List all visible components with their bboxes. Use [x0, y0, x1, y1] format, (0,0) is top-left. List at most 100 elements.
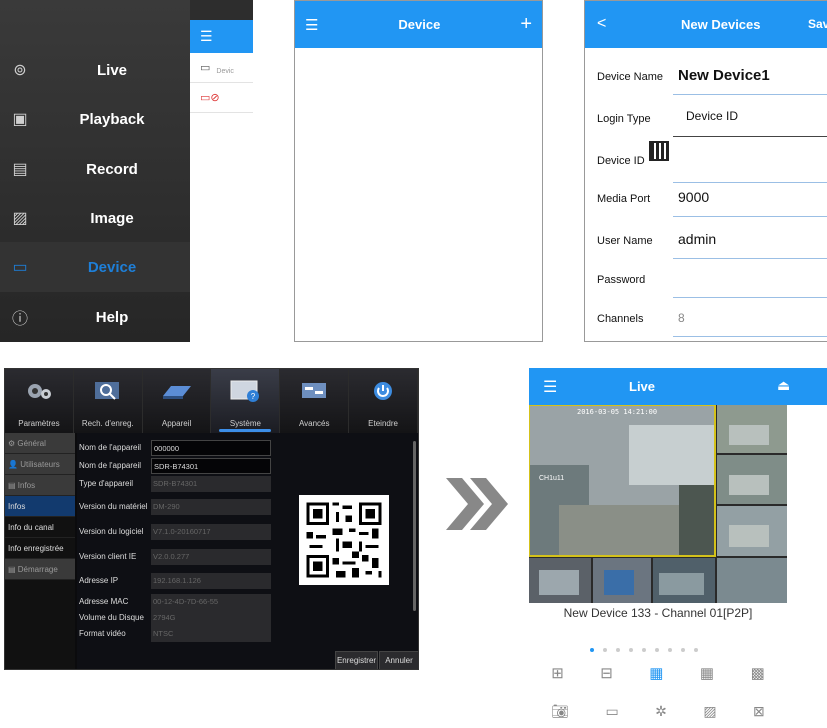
hamburger-icon[interactable]: ☰ [305, 16, 318, 34]
tab-avances[interactable]: Avancés [280, 369, 350, 433]
info-label: Version du logiciel [79, 527, 144, 536]
field-value: Device ID [686, 109, 739, 123]
dvr-system-info-screen: Paramètres Rech. d'enreg. Appareil ? Sys… [4, 368, 419, 670]
layout-8-icon[interactable]: ▦ [649, 664, 663, 682]
page-dot [629, 648, 633, 652]
field-label: Device ID [597, 155, 645, 167]
power-icon [374, 382, 393, 400]
info-label: Nom de l'appareil [79, 443, 142, 452]
qr-scan-icon[interactable] [649, 141, 669, 161]
tab-label: Paramètres [18, 419, 60, 428]
scrollbar[interactable] [413, 441, 416, 611]
menu-item-device[interactable]: ▭ Device [0, 242, 190, 292]
info-label: Type d'appareil [79, 479, 134, 488]
menu-item-image[interactable]: ▨ Image [0, 193, 190, 243]
user-name-field[interactable]: User Name admin [585, 221, 827, 261]
layout-4-icon[interactable]: ⊞ [551, 664, 564, 682]
live-view-screen: ☰ Live ⏏ 2016-03-05 14:21:00 CH1u11 New … [529, 368, 827, 728]
playback-icon: ▣ [12, 111, 28, 128]
login-type-select[interactable]: Login Type Device ID [585, 99, 827, 139]
device-name-input[interactable]: 000000 [151, 440, 271, 456]
tab-systeme[interactable]: ? Système [211, 369, 281, 433]
list-item[interactable]: ▭ Devic [190, 53, 253, 83]
eject-icon[interactable]: ⏏ [777, 377, 790, 394]
menu-item-label: Help [95, 308, 129, 326]
plus-icon[interactable]: + [520, 13, 532, 36]
menu-item-live[interactable]: ⊚ Live [0, 45, 190, 95]
info-label: Volume du Disque [79, 613, 144, 622]
field-label: Device Name [597, 71, 664, 83]
menu-item-help[interactable]: ⓘ Help [0, 292, 190, 342]
ptz-icon[interactable]: ✲ [655, 703, 667, 720]
tab-eteindre[interactable]: Eteindre [349, 369, 418, 433]
page-dot [590, 648, 594, 652]
video-grid[interactable]: 2016-03-05 14:21:00 CH1u11 [529, 405, 787, 638]
menu-item-record[interactable]: ▤ Record [0, 144, 190, 194]
header: ☰ Device + [295, 1, 542, 48]
tab-appareil[interactable]: Appareil [143, 369, 212, 433]
list-item[interactable]: ▭⊘ [190, 83, 253, 113]
list-item-label: Devic [216, 68, 234, 75]
sidebar-item-demarrage[interactable]: ▤ Démarrage [5, 559, 75, 580]
info-row: Format vidéo NTSC [79, 624, 275, 644]
header: ☰ Live ⏏ [529, 368, 827, 405]
info-label: Version client IE [79, 552, 137, 561]
hamburger-icon[interactable]: ☰ [190, 20, 253, 53]
image-icon[interactable]: ▨ [703, 703, 716, 720]
back-icon[interactable]: < [597, 15, 606, 33]
field-label: Login Type [597, 113, 651, 125]
save-button[interactable]: Save [808, 17, 827, 31]
sidebar-item-info-canal[interactable]: Info du canal [5, 517, 75, 538]
sidebar-item-label: Info enregistrée [8, 543, 64, 553]
channels-field[interactable]: Channels 8 [585, 299, 827, 339]
field-underline [673, 297, 827, 298]
sidebar-item-utilisateurs[interactable]: 👤 Utilisateurs [5, 454, 75, 475]
user-icon: 👤 [8, 459, 21, 469]
info-label: Version du matériel [79, 502, 148, 511]
media-port-field[interactable]: Media Port 9000 [585, 179, 827, 219]
menu-item-label: Live [96, 61, 127, 79]
device-list-peek: ☰ ▭ Devic ▭⊘ [190, 20, 253, 342]
sidebar-item-general[interactable]: ⚙ Général [5, 433, 75, 454]
info-value: V7.1.0-20160717 [151, 524, 271, 540]
dvr-icon: ▭ [200, 62, 211, 74]
info-value: V2.0.0.277 [151, 549, 271, 565]
menu-item-playback[interactable]: ▣ Playback [0, 94, 190, 144]
cancel-button[interactable]: Annuler [379, 651, 418, 669]
record-icon[interactable]: ▭ [605, 703, 618, 720]
field-underline [673, 216, 827, 217]
image-icon: ▨ [12, 210, 28, 227]
hamburger-icon[interactable]: ☰ [543, 377, 557, 397]
system-info-icon: ? [230, 380, 260, 402]
info-row: Version du logiciel V7.1.0-20160717 [79, 522, 275, 542]
sidebar-item-info-enregistree[interactable]: Info enregistrée [5, 538, 75, 559]
page-indicator[interactable] [590, 648, 698, 652]
sidebar-item-infos-group[interactable]: ▤ Infos [5, 475, 75, 496]
info-value: SDR-B74301 [151, 476, 271, 492]
info-row: Nom de l'appareil SDR-B74301 [79, 456, 275, 476]
channel-caption: New Device 133 - Channel 01[P2P] [563, 606, 753, 620]
menu-item-label: Record [86, 160, 138, 178]
field-label: Channels [597, 313, 644, 325]
save-button[interactable]: Enregistrer [335, 651, 378, 669]
device-name-field[interactable]: Device Name New Device1 [585, 57, 827, 97]
layout-16-icon[interactable]: ▩ [751, 664, 765, 682]
device-model-input[interactable]: SDR-B74301 [151, 458, 271, 474]
tab-parametres[interactable]: Paramètres [5, 369, 74, 433]
new-device-screen: < New Devices Save Device Name New Devic… [584, 0, 827, 342]
close-stream-icon[interactable]: ⊠ [753, 703, 765, 720]
sidebar-item-infos[interactable]: Infos [5, 496, 75, 517]
menu-item-label: Device [87, 258, 137, 276]
layout-9-icon[interactable]: ▦ [700, 664, 714, 682]
snapshot-icon[interactable]: 📷︎ [551, 703, 569, 720]
tab-label: Avancés [298, 419, 330, 428]
tab-rech-enreg[interactable]: Rech. d'enreg. [74, 369, 143, 433]
layout-6-icon[interactable]: ⊟ [600, 664, 613, 682]
password-field[interactable]: Password [585, 260, 827, 300]
field-value: 9000 [678, 189, 710, 205]
field-underline [673, 94, 827, 95]
info-icon: ⓘ [11, 311, 28, 328]
double-chevron-right-icon [446, 478, 508, 530]
live-toolbar: 📷︎ ▭ ✲ ▨ ⊠ [529, 703, 787, 720]
page-dot [655, 648, 659, 652]
